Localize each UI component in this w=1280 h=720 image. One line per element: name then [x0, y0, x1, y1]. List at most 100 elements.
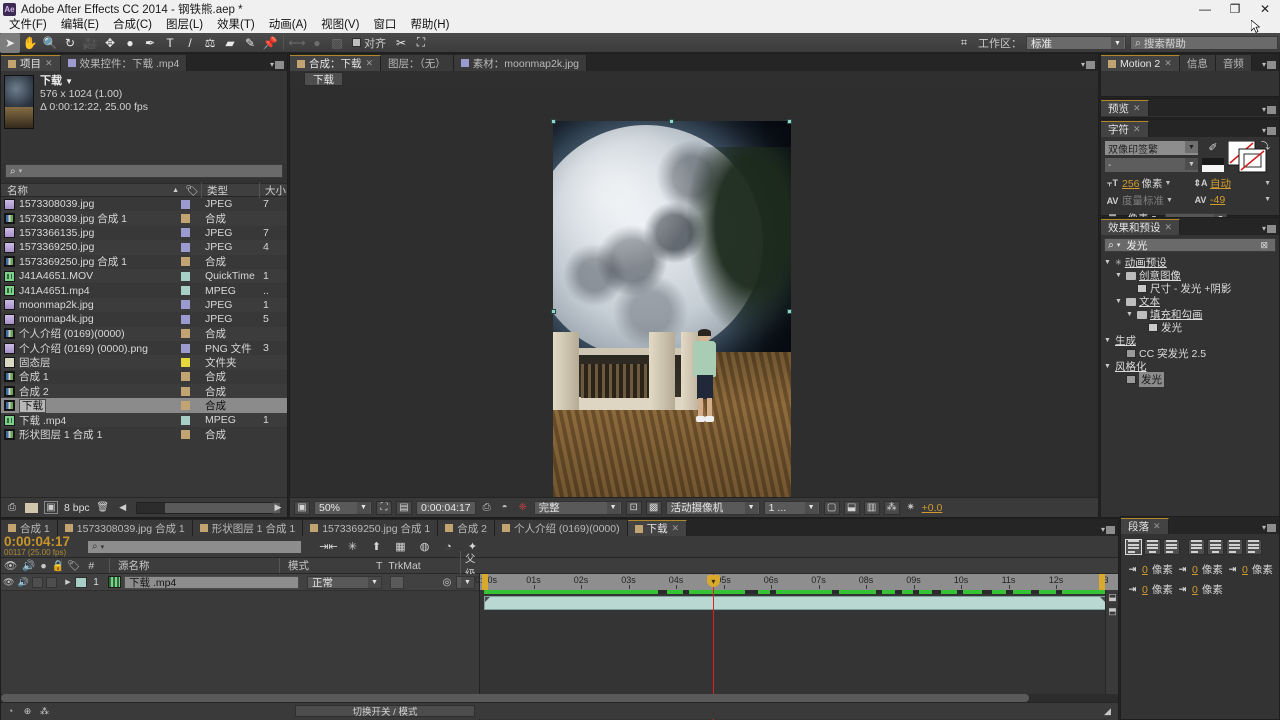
mask-icon[interactable]: ▤: [396, 500, 412, 515]
menu-item-1[interactable]: 编辑(E): [54, 18, 106, 33]
font-size-control[interactable]: ⫟T 256 像素 ▼: [1105, 176, 1187, 191]
selection-handle-ml[interactable]: [551, 309, 556, 314]
transparency-grid-icon[interactable]: ▩: [645, 500, 662, 515]
timeline-resize-icon[interactable]: ◢: [1101, 704, 1114, 718]
hide-shy-layers-icon[interactable]: ⬆: [368, 539, 385, 554]
effects-search-input[interactable]: ⌕ ▾ 发光 ⊠: [1104, 238, 1276, 252]
paragraph-justify-last-left-button[interactable]: [1188, 539, 1205, 555]
item-label-swatch[interactable]: [181, 199, 205, 209]
rotation-tool[interactable]: ↻: [60, 33, 80, 53]
layer-parent-select[interactable]: 无▼: [456, 575, 475, 589]
paragraph-indent-control[interactable]: ⇥ 0 像素: [1225, 562, 1275, 577]
item-label-swatch[interactable]: [181, 314, 205, 324]
delete-icon[interactable]: 🗑: [96, 501, 110, 514]
channel-icon[interactable]: ❈: [516, 502, 530, 513]
item-label-swatch[interactable]: [181, 257, 205, 267]
expand-collapse-icon[interactable]: ⊕: [21, 704, 34, 718]
playhead-knob[interactable]: ▾: [706, 575, 720, 587]
tab-motion-2[interactable]: 音频: [1215, 55, 1252, 71]
menu-item-0[interactable]: 文件(F): [2, 18, 54, 33]
zoom-level-select[interactable]: 50% ▼: [314, 500, 372, 515]
snap-checkbox[interactable]: [352, 38, 361, 47]
close-icon[interactable]: ✕: [672, 523, 680, 534]
panel-menu-button[interactable]: ▾: [1262, 224, 1276, 233]
item-label-swatch[interactable]: [181, 343, 205, 353]
paragraph-align-right-button[interactable]: [1163, 539, 1180, 555]
project-list-item[interactable]: moonmap4k.jpg JPEG 5: [1, 312, 287, 326]
chevron-down-icon[interactable]: ▼: [744, 501, 758, 514]
views-select[interactable]: 1 ... ▼: [763, 500, 820, 515]
chevron-down-icon[interactable]: ▼: [357, 501, 370, 514]
tracking-value[interactable]: -49: [1210, 194, 1225, 206]
title-safe-icon[interactable]: ⊡: [625, 500, 642, 515]
project-list-item[interactable]: 个人介绍 (0169) (0000).png PNG 文件 3: [1, 341, 287, 355]
chevron-down-icon[interactable]: ▼: [1111, 37, 1124, 49]
effects-tree-node[interactable]: 尺寸 - 发光 +阴影: [1104, 282, 1279, 295]
solo-toggle[interactable]: [31, 576, 43, 588]
project-list-item[interactable]: J41A4651.MOV QuickTime 1: [1, 268, 287, 284]
item-label-swatch[interactable]: [181, 329, 205, 339]
workspace-switch-icon[interactable]: ⌗: [954, 33, 974, 53]
work-area-marker-icon[interactable]: ⬓: [1106, 590, 1119, 604]
menu-item-7[interactable]: 窗口: [366, 18, 403, 33]
project-list-item[interactable]: moonmap2k.jpg JPEG 1: [1, 297, 287, 313]
expand-layer-icon[interactable]: ▶: [61, 578, 75, 586]
chevron-down-icon[interactable]: ▼: [1126, 311, 1134, 318]
column-header-type[interactable]: 类型: [201, 182, 259, 198]
menu-item-2[interactable]: 合成(C): [106, 18, 159, 33]
item-label-swatch[interactable]: [181, 372, 205, 382]
scroll-left-arrow[interactable]: ◀: [116, 502, 130, 513]
close-icon[interactable]: ✕: [45, 58, 53, 69]
selection-tool[interactable]: ➤: [0, 32, 20, 53]
color-depth-label[interactable]: 8 bpc: [64, 502, 90, 514]
layer-blend-mode-select[interactable]: 正常 ▼: [307, 575, 382, 589]
type-tool[interactable]: T: [160, 33, 180, 53]
item-label-swatch[interactable]: [181, 214, 205, 224]
toolbar-align-icon-0[interactable]: ✂: [391, 33, 411, 53]
workspace-select[interactable]: 标准 ▼: [1026, 36, 1126, 50]
close-icon[interactable]: ✕: [1165, 222, 1173, 233]
scrollbar-thumb[interactable]: [164, 502, 280, 513]
roto-brush-tool[interactable]: ✎: [240, 33, 260, 53]
motion-blur-icon[interactable]: ◍: [416, 539, 433, 554]
close-icon[interactable]: ✕: [366, 58, 374, 69]
scrollbar-thumb[interactable]: [1, 694, 1029, 702]
zoom-tool[interactable]: 🔍: [40, 33, 60, 53]
new-comp-icon[interactable]: ▣: [44, 501, 58, 514]
fast-previews-icon[interactable]: ⬓: [843, 500, 860, 515]
pen-tool[interactable]: ✒: [140, 33, 160, 53]
tab-project-0[interactable]: 项目 ✕: [1, 55, 61, 71]
timeline-horizontal-scrollbar[interactable]: [1, 694, 1118, 702]
item-label-swatch[interactable]: [181, 271, 205, 281]
label-icon[interactable]: 🏷: [67, 559, 80, 572]
paragraph-indent-control[interactable]: ⇥ 0 像素: [1175, 562, 1225, 577]
chevron-down-icon[interactable]: ▼: [1166, 197, 1173, 204]
project-list-item[interactable]: 1573369250.jpg JPEG 4: [1, 240, 287, 255]
minimize-button[interactable]: —: [1190, 0, 1220, 18]
project-list-item[interactable]: 下载 .mp4 MPEG 1: [1, 412, 287, 428]
camera-tool[interactable]: 🎥: [80, 33, 100, 53]
audio-icon[interactable]: 🔊: [22, 559, 35, 572]
menu-item-4[interactable]: 效果(T): [210, 18, 262, 33]
audio-icon[interactable]: 🔊: [17, 577, 28, 588]
tab-project-1[interactable]: 效果控件：下载 .mp4: [60, 55, 188, 71]
item-label-swatch[interactable]: [181, 242, 205, 252]
close-button[interactable]: ✕: [1250, 0, 1280, 18]
paragraph-indent-control[interactable]: ⇥ 0 像素: [1175, 582, 1225, 597]
eraser-tool[interactable]: ▰: [220, 33, 240, 53]
panel-menu-button[interactable]: ▾: [1262, 126, 1276, 135]
draft-3d-icon[interactable]: ✳: [344, 539, 361, 554]
close-icon[interactable]: ✕: [1133, 103, 1141, 114]
chevron-down-icon[interactable]: ▼: [1264, 196, 1271, 203]
layer-duration-bar[interactable]: [484, 596, 1106, 610]
paragraph-align-left-button[interactable]: [1125, 539, 1142, 555]
tab-timeline-1[interactable]: 1573308039.jpg 合成 1: [57, 520, 193, 536]
chevron-down-icon[interactable]: ▼: [1104, 337, 1112, 344]
tab-timeline-5[interactable]: 个人介绍 (0169)(0000): [494, 520, 628, 536]
work-area-end-handle[interactable]: [1099, 574, 1105, 590]
project-search-input[interactable]: ⌕ ▾: [5, 164, 283, 178]
effects-tree-node[interactable]: 发光: [1104, 372, 1279, 387]
frame-blending-icon[interactable]: ▦: [392, 539, 409, 554]
show-snapshot-icon[interactable]: ◓: [498, 502, 512, 513]
brush-tool[interactable]: /: [180, 33, 200, 53]
